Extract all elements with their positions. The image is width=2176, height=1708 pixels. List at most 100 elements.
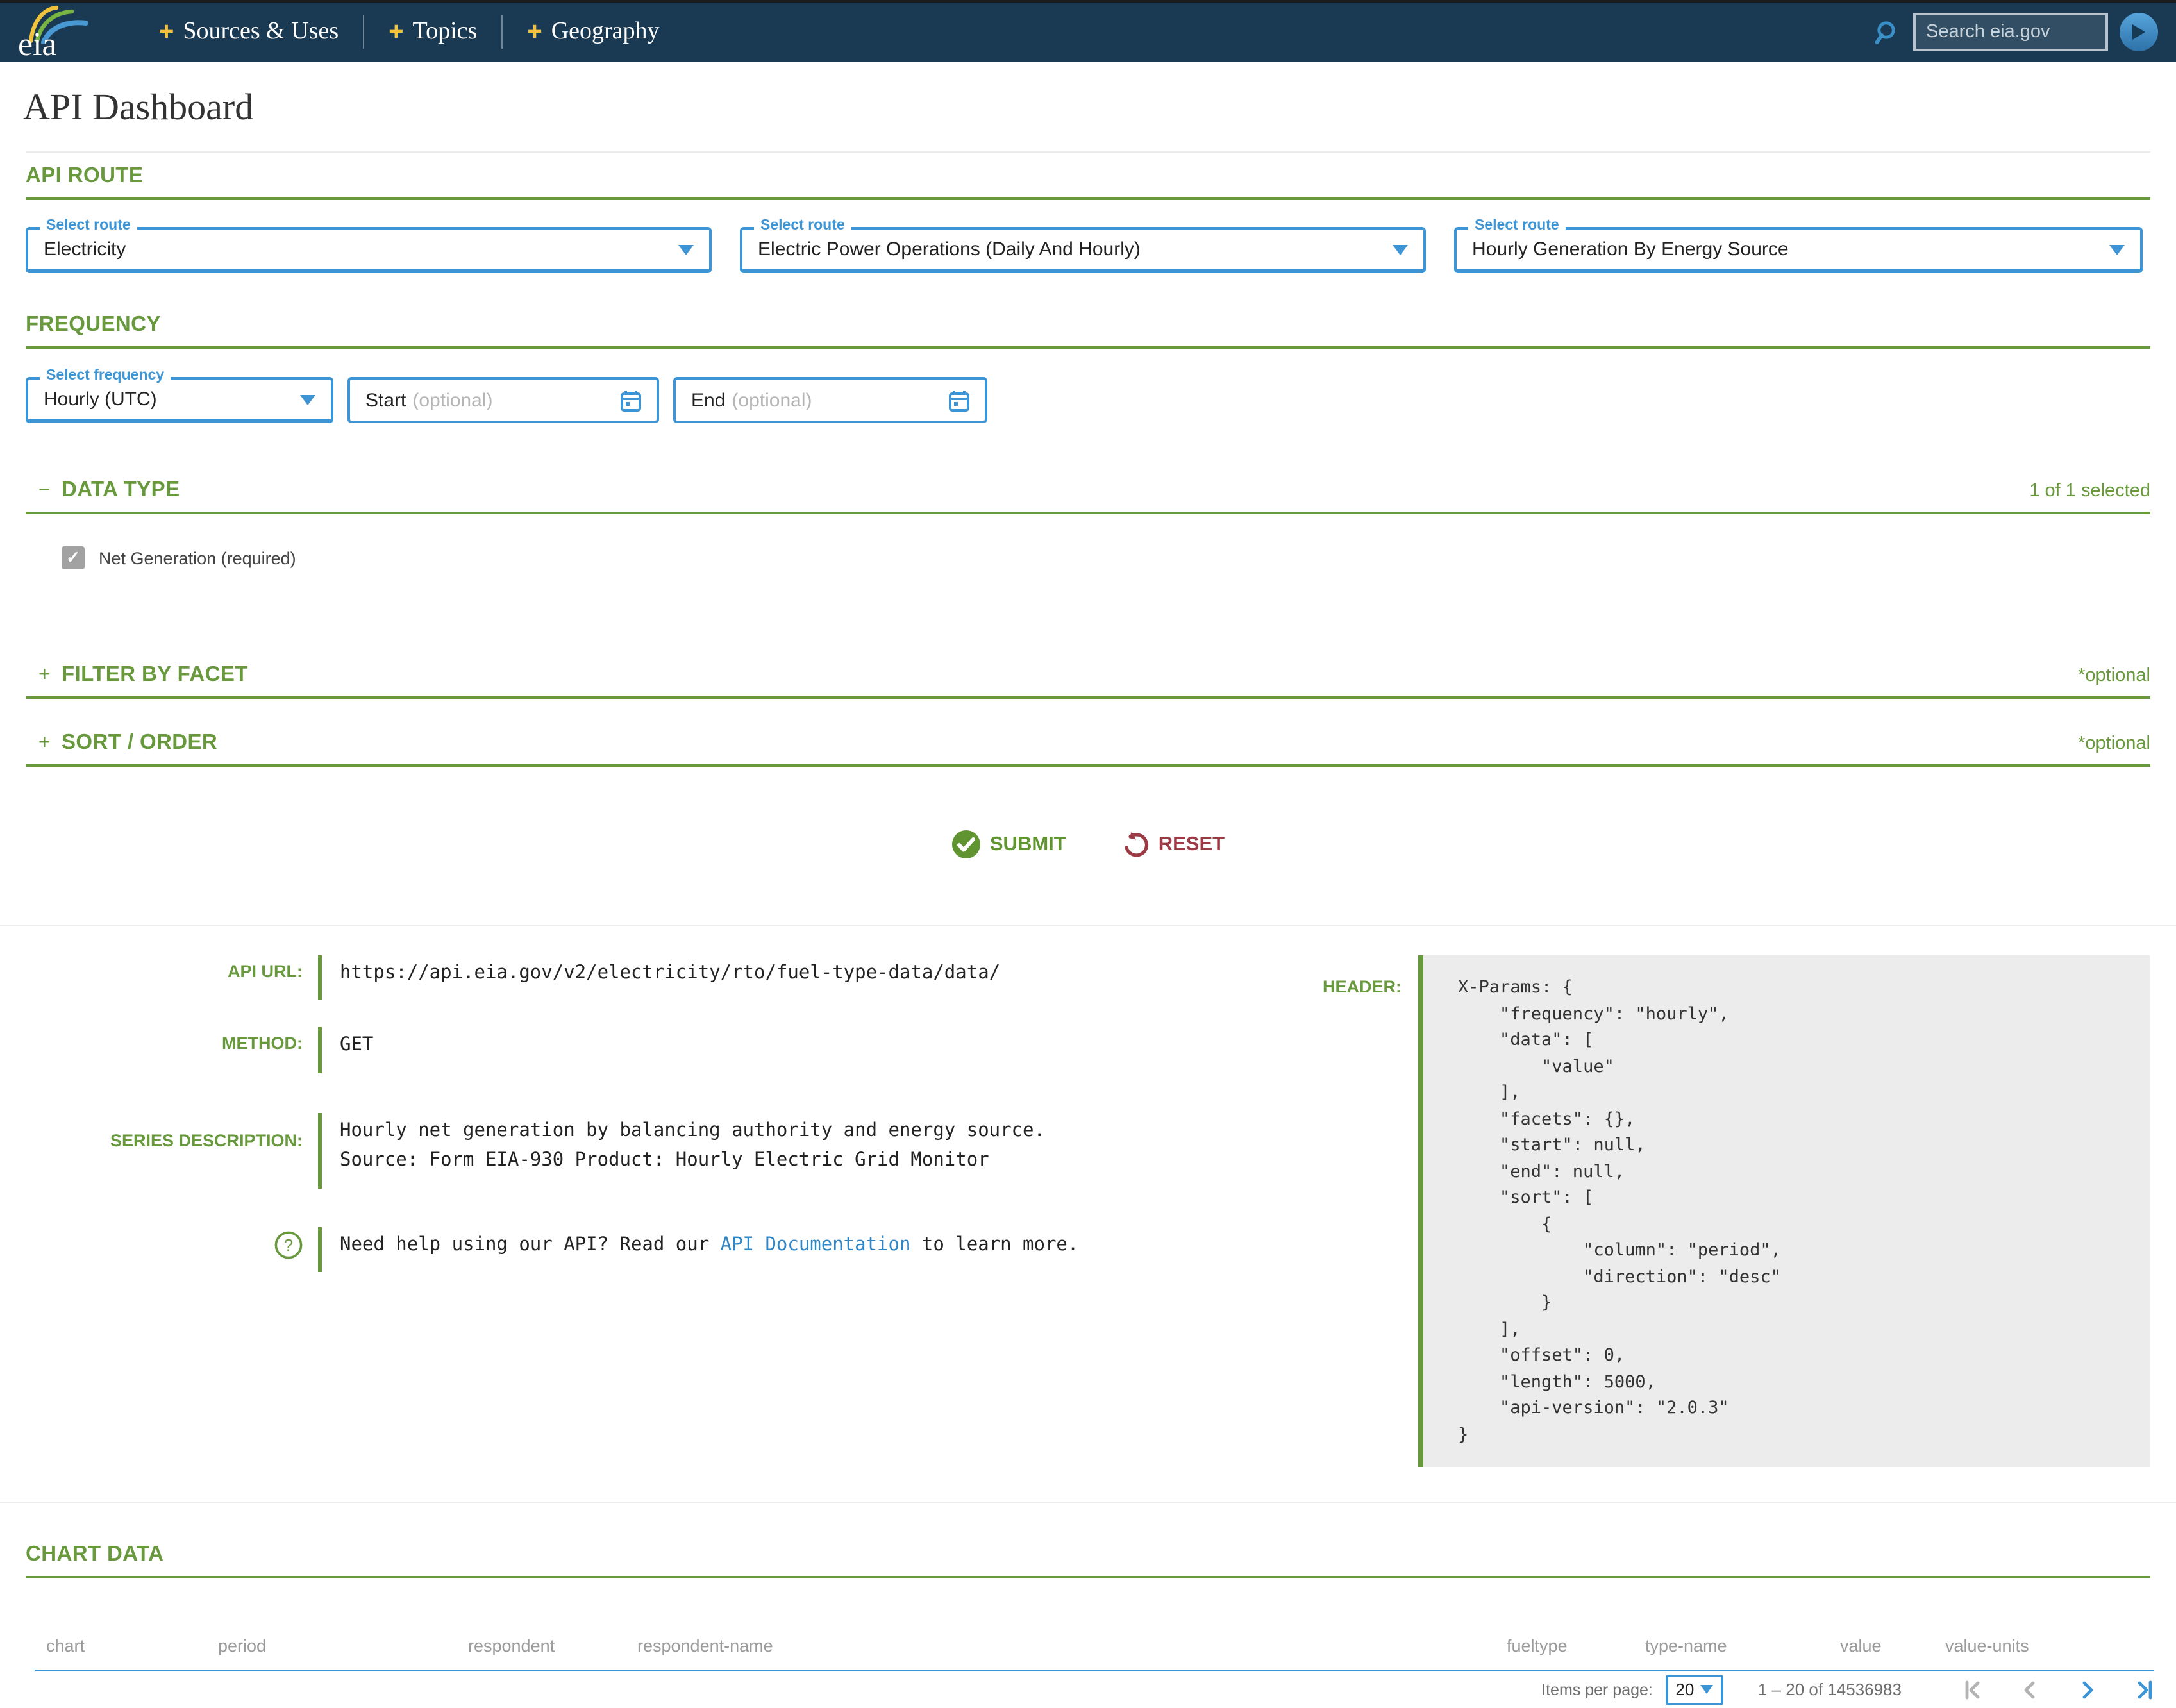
play-icon [2131,23,2147,41]
svg-text:?: ? [284,1235,293,1255]
pagination-range: 1 – 20 of 14536983 [1758,1680,1902,1699]
series-description-value: Hourly net generation by balancing autho… [318,1113,1045,1189]
first-page-button[interactable] [1961,1678,1984,1701]
calendar-icon[interactable] [621,389,641,411]
nav-item-geography[interactable]: + Geography [527,17,659,47]
divider [0,1502,2176,1503]
nav-menu: + Sources & Uses + Topics + Geography [159,15,660,49]
frequency-row: Select frequency Hourly (UTC) Start (opt… [26,377,2150,423]
search-go-button[interactable] [2120,13,2158,51]
field-value: Hourly Generation By Energy Source [1472,239,1789,260]
chevron-right-icon [2076,1678,2099,1701]
check-circle-icon [951,830,981,859]
chevron-down-icon [1393,244,1408,255]
checkbox-label: Net Generation (required) [99,548,296,567]
field-value: Hourly (UTC) [44,389,157,410]
section-title: CHART DATA [26,1543,163,1568]
api-dashboard-page: eia + Sources & Uses + Topics + Geograph… [0,0,2176,1708]
plus-icon: + [159,17,174,47]
header-block: X-Params: { "frequency": "hourly", "data… [1418,955,2150,1468]
section-title: SORT / ORDER [62,731,217,755]
route-select-2[interactable]: Select route Electric Power Operations (… [740,227,1426,273]
pagination-bar: Items per page: 20 1 – 20 of 14536983 [0,1671,2176,1708]
previous-page-button[interactable] [2018,1678,2041,1701]
expand-icon[interactable]: + [38,732,62,755]
next-page-button[interactable] [2076,1678,2099,1701]
chevron-down-icon [300,394,315,405]
field-value: Electric Power Operations (Daily And Hou… [758,239,1141,260]
header-json: X-Params: { "frequency": "hourly", "data… [1458,975,2138,1448]
method-row: METHOD: GET [26,1028,1282,1073]
col-respondent: respondent [456,1629,626,1672]
last-page-icon [2134,1678,2157,1701]
api-url-value: https://api.eia.gov/v2/electricity/rto/f… [318,955,1000,1001]
frequency-select[interactable]: Select frequency Hourly (UTC) [26,377,333,423]
field-placeholder: (optional) [732,389,812,411]
nav-separator [363,15,364,49]
series-description-line2: Source: Form EIA-930 Product: Hourly Ele… [340,1147,1045,1177]
pagination-controls [1961,1678,2157,1701]
page-title: API Dashboard [23,87,2150,130]
method-label: METHOD: [26,1028,303,1073]
eia-logo[interactable]: eia [18,5,92,62]
route-select-3[interactable]: Select route Hourly Generation By Energy… [1454,227,2143,273]
field-label: Select route [754,218,851,235]
col-respondent-name: respondent-name [626,1629,1495,1672]
series-description-line1: Hourly net generation by balancing autho… [340,1117,1045,1147]
help-row: ? Need help using our API? Read our API … [26,1227,1282,1273]
field-label: Select frequency [40,368,171,385]
divider [0,925,2176,926]
nav-item-label: Sources & Uses [183,18,339,46]
col-value-units: value-units [1934,1629,2154,1672]
start-date-field[interactable]: Start (optional) [347,377,659,423]
chevron-down-icon [2109,244,2125,255]
calendar-icon[interactable] [949,389,969,411]
chevron-left-icon [2018,1678,2041,1701]
nav-item-label: Geography [551,18,660,46]
section-title: FREQUENCY [26,313,161,337]
api-url-row: API URL: https://api.eia.gov/v2/electric… [26,955,1282,1001]
submit-button[interactable]: SUBMIT [951,830,1066,859]
header-label: HEADER: [1282,955,1402,1468]
divider [26,151,2150,153]
col-fueltype: fueltype [1495,1629,1634,1672]
nav-separator [501,15,503,49]
section-data-type[interactable]: − DATA TYPE 1 of 1 selected [26,478,2150,514]
data-type-option: ✓ Net Generation (required) [62,546,2150,569]
field-label: Select route [1468,218,1566,235]
reset-label: RESET [1159,833,1225,856]
field-placeholder: (optional) [412,389,492,411]
section-sort-order[interactable]: + SORT / ORDER *optional [26,731,2150,767]
nav-item-topics[interactable]: + Topics [389,17,477,47]
expand-icon[interactable]: + [38,664,62,687]
reset-button[interactable]: RESET [1123,830,1225,859]
help-icon: ? [274,1231,303,1259]
route-select-1[interactable]: Select route Electricity [26,227,712,273]
items-per-page-select[interactable]: 20 [1666,1674,1723,1705]
end-date-field[interactable]: End (optional) [673,377,987,423]
last-page-button[interactable] [2134,1678,2157,1701]
net-generation-checkbox[interactable]: ✓ [62,546,85,569]
top-nav: eia + Sources & Uses + Topics + Geograph… [0,3,2176,62]
api-documentation-link[interactable]: API Documentation [721,1235,911,1255]
undo-icon [1123,830,1150,858]
api-info: API URL: https://api.eia.gov/v2/electric… [26,955,2150,1468]
section-filter-by-facet[interactable]: + FILTER BY FACET *optional [26,663,2150,699]
api-info-left: API URL: https://api.eia.gov/v2/electric… [26,955,1282,1468]
search-icon [1875,19,1902,46]
nav-item-sources-uses[interactable]: + Sources & Uses [159,17,339,47]
main-content: API Dashboard API ROUTE Select route Ele… [0,87,2176,1708]
collapse-icon[interactable]: − [38,480,62,503]
api-url-label: API URL: [26,955,303,1001]
col-value: value [1829,1629,1934,1672]
col-type-name: type-name [1634,1629,1829,1672]
col-period: period [206,1629,456,1672]
route-selects-row: Select route Electricity Select route El… [26,227,2150,273]
field-value: Electricity [44,239,126,260]
section-title: FILTER BY FACET [62,663,248,687]
search-area [1875,13,2158,51]
help-text: Need help using our API? Read our API Do… [318,1227,1078,1273]
first-page-icon [1961,1678,1984,1701]
nav-item-label: Topics [413,18,478,46]
search-input[interactable] [1913,13,2108,51]
